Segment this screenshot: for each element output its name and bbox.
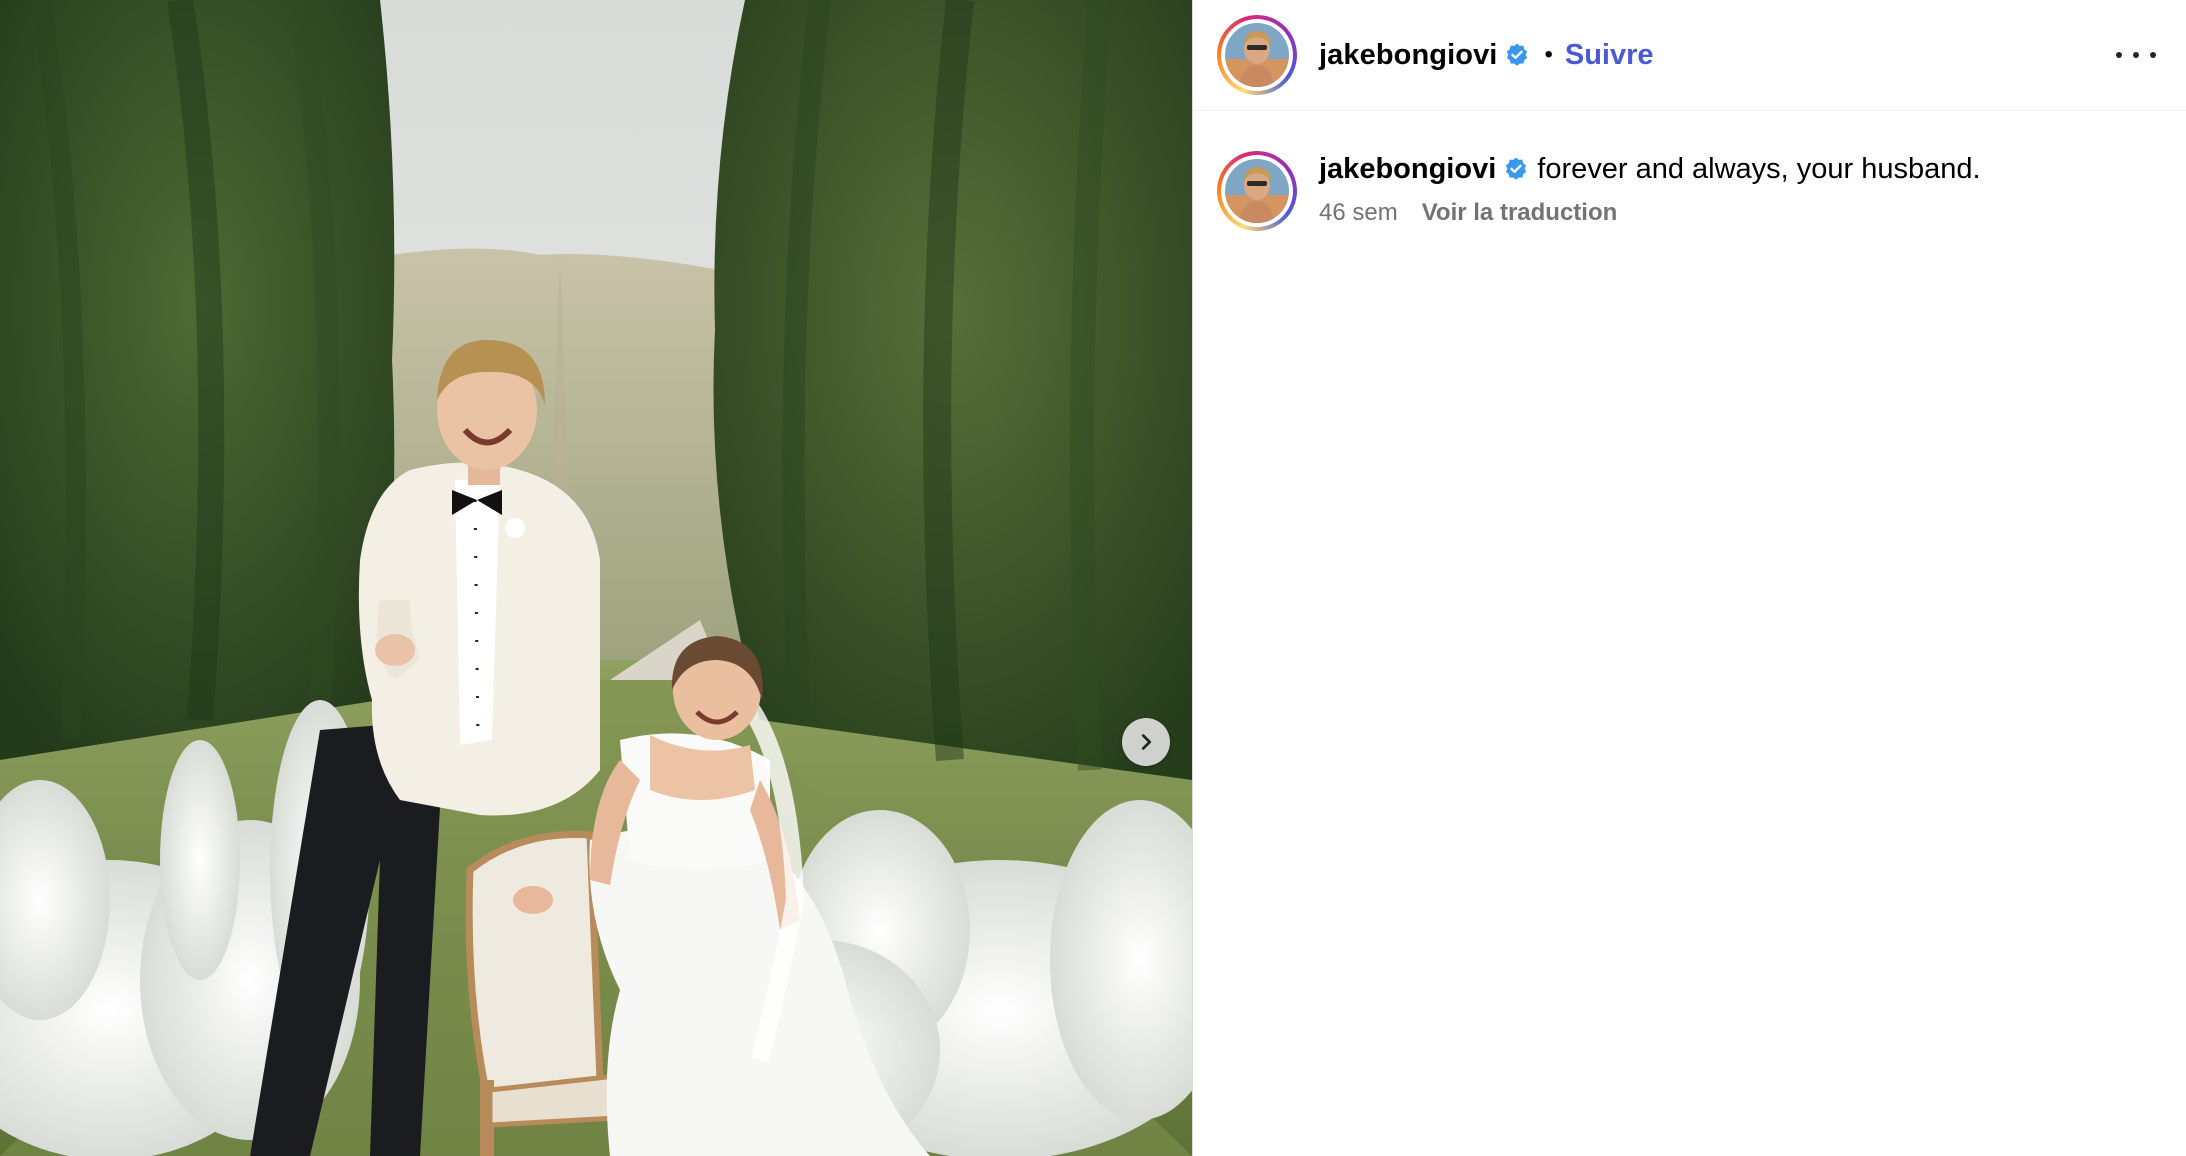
next-slide-button[interactable]	[1122, 718, 1170, 766]
profile-picture	[1225, 159, 1289, 223]
post-timestamp[interactable]: 46 sem	[1319, 199, 1398, 227]
follow-button[interactable]: Suivre	[1565, 39, 1654, 72]
post-caption: jakebongiovi forever and always, your hu…	[1193, 111, 2186, 231]
header-username[interactable]: jakebongiovi	[1319, 39, 1497, 72]
avatar[interactable]	[1217, 15, 1297, 95]
post-sidebar: jakebongiovi • Suivre jakebongiovi forev…	[1192, 0, 2186, 1156]
post-media[interactable]	[0, 0, 1192, 1156]
post-header: jakebongiovi • Suivre	[1193, 0, 2186, 111]
verified-badge-icon	[1506, 157, 1527, 180]
separator-dot: •	[1544, 41, 1553, 68]
chevron-right-icon	[1141, 734, 1152, 750]
see-translation-link[interactable]: Voir la traduction	[1422, 199, 1618, 227]
caption-username[interactable]: jakebongiovi	[1319, 151, 1496, 187]
post-viewer: jakebongiovi • Suivre jakebongiovi forev…	[0, 0, 2186, 1156]
caption-text: forever and always, your husband.	[1537, 153, 1981, 185]
caption-avatar[interactable]	[1217, 151, 1297, 231]
verified-badge-icon	[1507, 43, 1528, 66]
wedding-photo	[0, 0, 1192, 1156]
more-options-icon[interactable]	[2116, 45, 2156, 65]
profile-picture	[1225, 23, 1289, 87]
